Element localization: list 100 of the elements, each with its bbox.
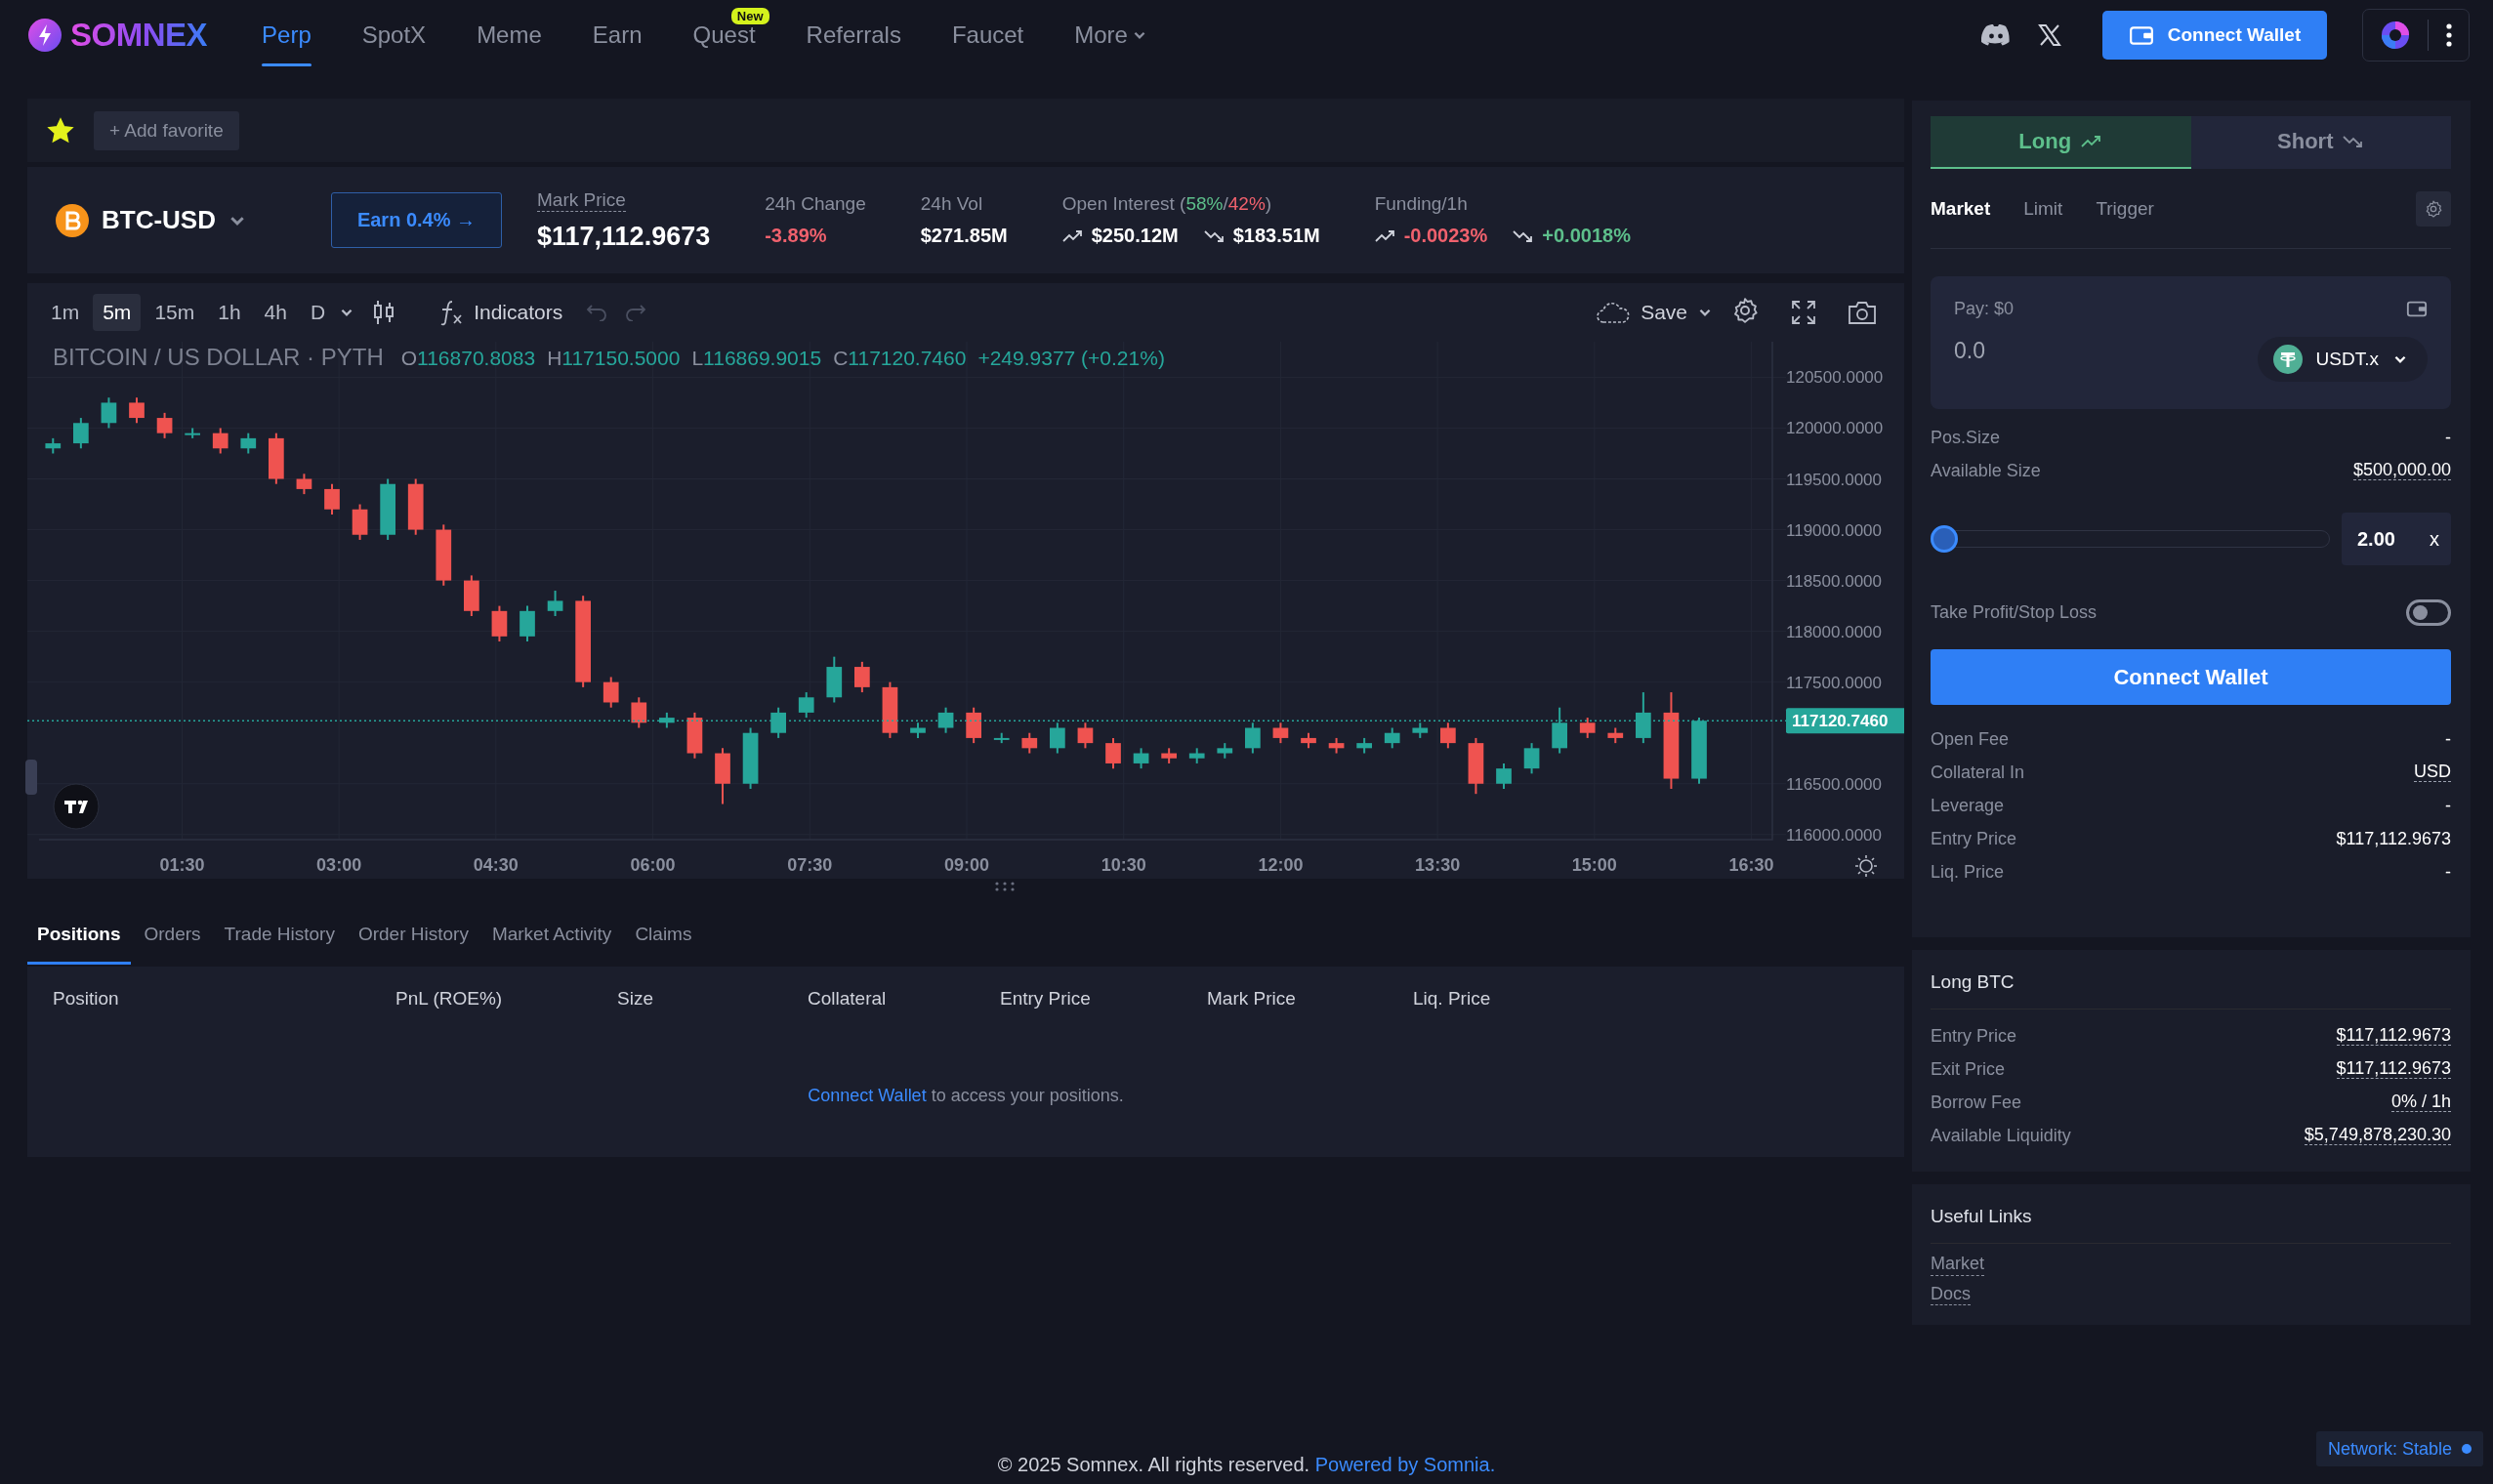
column-header: Mark Price [1207,988,1297,1010]
interval-tab[interactable]: 15m [145,294,205,331]
candle [770,706,786,739]
card-title: Useful Links [1931,1206,2451,1244]
nav-link[interactable]: Earn [592,0,643,70]
ohlc-value: L116869.9015 [691,347,822,370]
info-label: Entry Price [1931,1025,2017,1047]
order-type-tab[interactable]: Trigger [2096,197,2166,220]
positions-tab[interactable]: Order History [348,906,478,965]
trend-down-icon [2343,135,2365,148]
useful-link[interactable]: Market [1931,1254,1984,1276]
new-badge: New [730,8,769,24]
y-axis-label: 118500.0000 [1786,571,1882,591]
interval-tab[interactable]: 4h [254,294,297,331]
leverage-field[interactable]: 2.00 x [2342,513,2451,565]
token-selector[interactable]: USDT.x [2257,337,2428,382]
save-button[interactable]: Save [1590,300,1693,325]
stat-label: 24h Change [765,193,866,215]
last-price-label: 117120.7460 [1786,708,1904,734]
x-axis-label: 06:00 [630,855,676,875]
candles-icon[interactable] [372,299,396,326]
sun-icon[interactable] [1854,854,1878,878]
x-logo-icon[interactable] [2038,23,2061,47]
side-tab[interactable]: Long [1931,116,2191,169]
info-value: $500,000.00 [2352,460,2451,481]
column-header: PnL (ROE%) [395,988,504,1010]
price-change: +249.9377 (+0.21%) [977,347,1165,370]
candle [1356,736,1372,755]
connect-wallet-button[interactable]: Connect Wallet [2102,11,2327,60]
function-icon [438,299,465,326]
y-axis-label: 117500.0000 [1786,673,1882,692]
amount-field[interactable]: 0.0 [1954,337,2149,364]
nav-link[interactable]: SpotX [361,0,427,70]
trend-up-icon [1061,228,1084,243]
tp-sl-toggle[interactable] [2406,598,2451,626]
useful-link[interactable]: Docs [1931,1283,1971,1306]
candle [240,432,257,455]
stat-value: $183.51M [1232,225,1320,247]
stat-value: $271.85M [920,225,1008,247]
earn-button[interactable]: Earn 0.4% → [331,192,502,248]
stat-label: 24h Vol [920,193,983,215]
nav-link[interactable]: Referrals [806,0,901,70]
nav-link[interactable]: Meme [477,0,542,70]
more-icon[interactable] [2444,22,2453,48]
info-value: - [2445,795,2451,816]
settings-icon[interactable] [2424,198,2443,219]
candle [45,436,62,455]
info-label: Liq. Price [1931,861,2005,883]
positions-tab[interactable]: Trade History [214,906,345,965]
positions-tab[interactable]: Market Activity [481,906,622,965]
nav-link[interactable]: Perp [262,0,312,70]
camera-icon[interactable] [1848,300,1877,325]
column-header: Collateral [808,988,888,1010]
info-value: USD [2414,762,2451,783]
connect-wallet-link[interactable]: Connect Wallet [808,1086,927,1105]
y-axis-label: 119500.0000 [1786,470,1882,489]
info-label: Available Size [1931,460,2041,481]
add-favorite-button[interactable]: + Add favorite [94,110,239,150]
nav-link[interactable]: Faucet [951,0,1024,70]
resize-handle-icon[interactable] [994,881,1016,892]
discord-icon[interactable] [1981,23,2011,47]
settings-button[interactable] [2416,190,2451,227]
order-type-tab[interactable]: Market [1931,197,2003,220]
candle [715,747,730,805]
drawer-handle-icon[interactable] [25,760,37,795]
candle [993,731,1010,745]
info-value: - [2445,427,2451,448]
star-icon[interactable] [47,116,74,144]
logo-icon[interactable] [53,783,100,830]
leverage-slider[interactable] [1931,525,2330,553]
slider-thumb[interactable] [1931,525,1958,553]
interval-tab[interactable]: 1m [41,294,90,331]
interval-tab[interactable]: 1h [208,294,251,331]
candle [602,676,619,709]
indicators-button[interactable]: Indicators [433,298,569,327]
candle [742,726,759,790]
candle [937,706,954,734]
market-pair[interactable]: BTC-USD [102,205,216,235]
stat-label: Mark Price [537,188,626,212]
tether-icon [2272,345,2303,374]
avatar-icon[interactable] [2379,20,2411,51]
fullscreen-icon[interactable] [1791,300,1816,325]
candle [436,523,452,587]
connect-wallet-button[interactable]: Connect Wallet [1931,649,2451,705]
candle [1245,721,1261,755]
trend-down-icon [1513,228,1535,243]
interval-tab[interactable]: 5m [93,294,142,331]
positions-tab[interactable]: Claims [625,906,702,965]
x-axis-label: 01:30 [159,855,205,875]
chart-title: BITCOIN / US DOLLAR · PYTH [53,344,384,371]
powered-by-link[interactable]: Powered by Somnia. [1314,1454,1496,1475]
positions-tab[interactable]: Orders [134,906,211,965]
stat-value: -0.0023% [1403,225,1488,247]
candle [185,427,200,439]
logo-icon[interactable] [27,18,62,53]
nav-link[interactable]: More [1074,0,1147,70]
order-type-tab[interactable]: Limit [2023,197,2075,220]
side-tab[interactable]: Short [2190,116,2451,169]
candle [296,473,312,496]
interval-tab[interactable]: D [300,294,336,331]
